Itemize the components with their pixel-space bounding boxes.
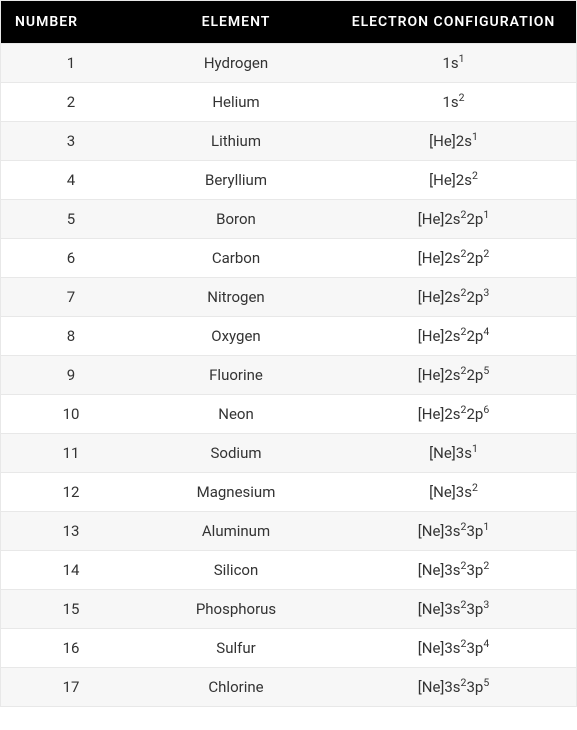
cell-number: 14 xyxy=(1,551,141,589)
table-row: 16Sulfur[Ne]3s23p4 xyxy=(1,628,576,667)
table-body: 1Hydrogen1s12Helium1s23Lithium[He]2s14Be… xyxy=(1,43,576,706)
cell-element: Hydrogen xyxy=(141,44,331,82)
cell-element: Oxygen xyxy=(141,317,331,355)
cell-config: [He]2s22p4 xyxy=(331,317,576,355)
cell-config: 1s1 xyxy=(331,44,576,82)
cell-number: 4 xyxy=(1,161,141,199)
table-row: 1Hydrogen1s1 xyxy=(1,43,576,82)
cell-element: Carbon xyxy=(141,239,331,277)
cell-number: 9 xyxy=(1,356,141,394)
cell-config: [Ne]3s23p3 xyxy=(331,590,576,628)
header-element: ELEMENT xyxy=(141,1,331,43)
table-row: 10Neon[He]2s22p6 xyxy=(1,394,576,433)
table-row: 17Chlorine[Ne]3s23p5 xyxy=(1,667,576,706)
electron-config-table: NUMBER ELEMENT ELECTRON CONFIGURATION 1H… xyxy=(0,0,577,707)
table-row: 15Phosphorus[Ne]3s23p3 xyxy=(1,589,576,628)
cell-element: Silicon xyxy=(141,551,331,589)
cell-config: [Ne]3s23p4 xyxy=(331,629,576,667)
cell-config: [He]2s22p3 xyxy=(331,278,576,316)
cell-element: Magnesium xyxy=(141,473,331,511)
cell-number: 16 xyxy=(1,629,141,667)
cell-number: 13 xyxy=(1,512,141,550)
table-row: 13Aluminum[Ne]3s23p1 xyxy=(1,511,576,550)
cell-number: 10 xyxy=(1,395,141,433)
cell-config: [Ne]3s23p5 xyxy=(331,668,576,706)
table-row: 8Oxygen[He]2s22p4 xyxy=(1,316,576,355)
cell-element: Phosphorus xyxy=(141,590,331,628)
cell-number: 6 xyxy=(1,239,141,277)
header-number: NUMBER xyxy=(1,1,141,43)
cell-config: [Ne]3s23p2 xyxy=(331,551,576,589)
cell-element: Aluminum xyxy=(141,512,331,550)
cell-number: 15 xyxy=(1,590,141,628)
table-row: 11Sodium[Ne]3s1 xyxy=(1,433,576,472)
table-row: 14Silicon[Ne]3s23p2 xyxy=(1,550,576,589)
cell-element: Boron xyxy=(141,200,331,238)
cell-config: [Ne]3s1 xyxy=(331,434,576,472)
cell-element: Nitrogen xyxy=(141,278,331,316)
cell-element: Beryllium xyxy=(141,161,331,199)
cell-number: 2 xyxy=(1,83,141,121)
cell-element: Fluorine xyxy=(141,356,331,394)
table-row: 6Carbon[He]2s22p2 xyxy=(1,238,576,277)
table-row: 2Helium1s2 xyxy=(1,82,576,121)
cell-config: [Ne]3s2 xyxy=(331,473,576,511)
cell-element: Sulfur xyxy=(141,629,331,667)
cell-number: 17 xyxy=(1,668,141,706)
cell-config: [He]2s1 xyxy=(331,122,576,160)
table-row: 3Lithium[He]2s1 xyxy=(1,121,576,160)
header-config: ELECTRON CONFIGURATION xyxy=(331,1,576,43)
cell-element: Helium xyxy=(141,83,331,121)
table-row: 7Nitrogen[He]2s22p3 xyxy=(1,277,576,316)
cell-number: 12 xyxy=(1,473,141,511)
cell-number: 7 xyxy=(1,278,141,316)
cell-element: Lithium xyxy=(141,122,331,160)
cell-config: 1s2 xyxy=(331,83,576,121)
cell-number: 8 xyxy=(1,317,141,355)
cell-number: 11 xyxy=(1,434,141,472)
cell-config: [He]2s22p6 xyxy=(331,395,576,433)
cell-number: 5 xyxy=(1,200,141,238)
table-row: 5Boron[He]2s22p1 xyxy=(1,199,576,238)
cell-config: [He]2s22p2 xyxy=(331,239,576,277)
table-row: 4Beryllium[He]2s2 xyxy=(1,160,576,199)
cell-config: [He]2s22p5 xyxy=(331,356,576,394)
cell-config: [Ne]3s23p1 xyxy=(331,512,576,550)
table-header-row: NUMBER ELEMENT ELECTRON CONFIGURATION xyxy=(1,1,576,43)
cell-element: Chlorine xyxy=(141,668,331,706)
table-row: 9Fluorine[He]2s22p5 xyxy=(1,355,576,394)
table-row: 12Magnesium[Ne]3s2 xyxy=(1,472,576,511)
cell-element: Neon xyxy=(141,395,331,433)
cell-number: 1 xyxy=(1,44,141,82)
cell-config: [He]2s22p1 xyxy=(331,200,576,238)
cell-number: 3 xyxy=(1,122,141,160)
cell-config: [He]2s2 xyxy=(331,161,576,199)
cell-element: Sodium xyxy=(141,434,331,472)
